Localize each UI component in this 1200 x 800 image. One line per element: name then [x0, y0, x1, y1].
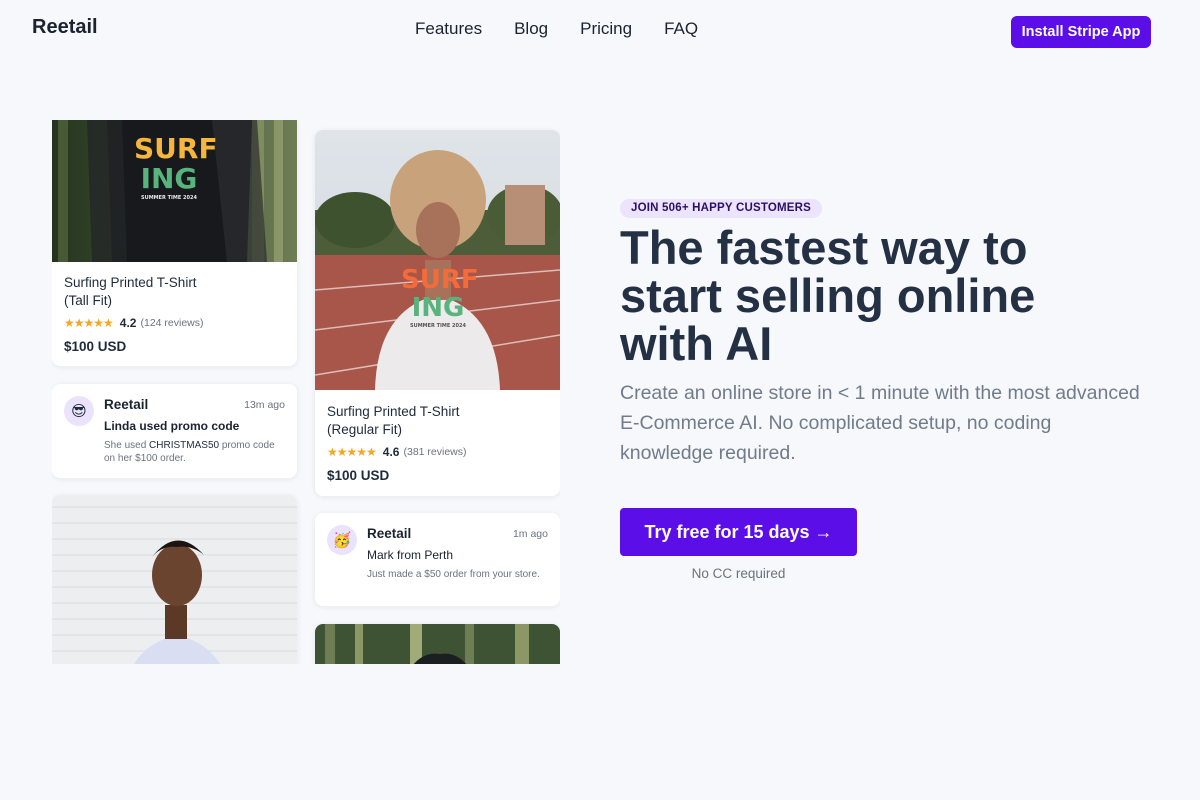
- product-title[interactable]: Surfing Printed T-Shirt (Regular Fit): [327, 403, 460, 439]
- shirt-print-top: SURF: [134, 132, 218, 165]
- shirt-print-bottom: ING: [140, 162, 198, 195]
- review-count: (124 reviews): [140, 317, 204, 329]
- try-free-button[interactable]: Try free for 15 days →: [620, 508, 857, 556]
- product-price: $100 USD: [64, 339, 127, 354]
- notification-brand: Reetail: [104, 397, 149, 412]
- product-photo: [52, 495, 297, 664]
- nav-faq[interactable]: FAQ: [664, 19, 698, 39]
- notification-brand: Reetail: [367, 526, 412, 541]
- cta-note: No CC required: [691, 566, 786, 581]
- review-count: (381 reviews): [403, 446, 467, 458]
- notification-body-text: She used: [104, 440, 150, 451]
- shirt-print-caption: SUMMER TIME 2024: [410, 323, 466, 329]
- product-card-white-tee[interactable]: [52, 495, 297, 664]
- product-card-regular-fit[interactable]: SURF ING SUMMER TIME 2024 Surfing Printe…: [315, 130, 560, 496]
- install-stripe-app-button[interactable]: Install Stripe App: [1011, 16, 1151, 48]
- notification-time: 13m ago: [244, 399, 285, 411]
- social-proof-badge: JOIN 506+ HAPPY CUSTOMERS: [620, 199, 823, 218]
- notification-order: 🥳 Reetail 1m ago Mark from Perth Just ma…: [315, 513, 560, 606]
- shirt-print-top: SURF: [401, 265, 479, 295]
- product-photo: SURF ING SUMMER TIME 2024: [315, 130, 560, 390]
- main-nav: Features Blog Pricing FAQ: [415, 19, 698, 39]
- brand-logo[interactable]: Reetail: [32, 16, 98, 39]
- product-rating: ★★★★★ 4.2 (124 reviews): [64, 316, 204, 330]
- product-photo: [315, 624, 560, 664]
- product-mosaic: SURF ING SUMMER TIME 2024 Surfing Printe…: [52, 120, 560, 664]
- notification-promo: 😎 Reetail 13m ago Linda used promo code …: [52, 384, 297, 478]
- rating-score: 4.6: [382, 445, 400, 459]
- notification-time: 1m ago: [512, 528, 548, 540]
- shirt-print-caption: SUMMER TIME 2024: [141, 195, 197, 201]
- notification-body: She used CHRISTMAS50 promo code on her $…: [104, 439, 284, 465]
- shirt-print-bottom: ING: [411, 293, 465, 323]
- notification-body: Just made a $50 order from your store.: [367, 569, 540, 580]
- product-card-partial[interactable]: [315, 624, 560, 664]
- nav-pricing[interactable]: Pricing: [580, 19, 632, 39]
- star-rating-icon: ★★★★★: [327, 445, 377, 459]
- avatar: 😎: [64, 396, 94, 426]
- rating-score: 4.2: [119, 316, 137, 330]
- notification-title: Mark from Perth: [367, 548, 454, 562]
- product-photo: SURF ING SUMMER TIME 2024: [52, 120, 297, 262]
- notification-title: Linda used promo code: [104, 419, 240, 433]
- product-price: $100 USD: [327, 468, 390, 483]
- nav-features[interactable]: Features: [415, 19, 482, 39]
- star-rating-icon: ★★★★★: [64, 316, 114, 330]
- product-card-tall-fit[interactable]: SURF ING SUMMER TIME 2024 Surfing Printe…: [52, 120, 297, 366]
- nav-blog[interactable]: Blog: [514, 19, 548, 39]
- hero-subhead: Create an online store in < 1 minute wit…: [620, 382, 1140, 464]
- avatar: 🥳: [327, 525, 357, 555]
- product-rating: ★★★★★ 4.6 (381 reviews): [327, 445, 467, 459]
- promo-code: CHRISTMAS50: [149, 440, 220, 451]
- hero-headline: The fastest way to start selling online …: [620, 221, 1036, 370]
- product-title[interactable]: Surfing Printed T-Shirt (Tall Fit): [64, 274, 197, 310]
